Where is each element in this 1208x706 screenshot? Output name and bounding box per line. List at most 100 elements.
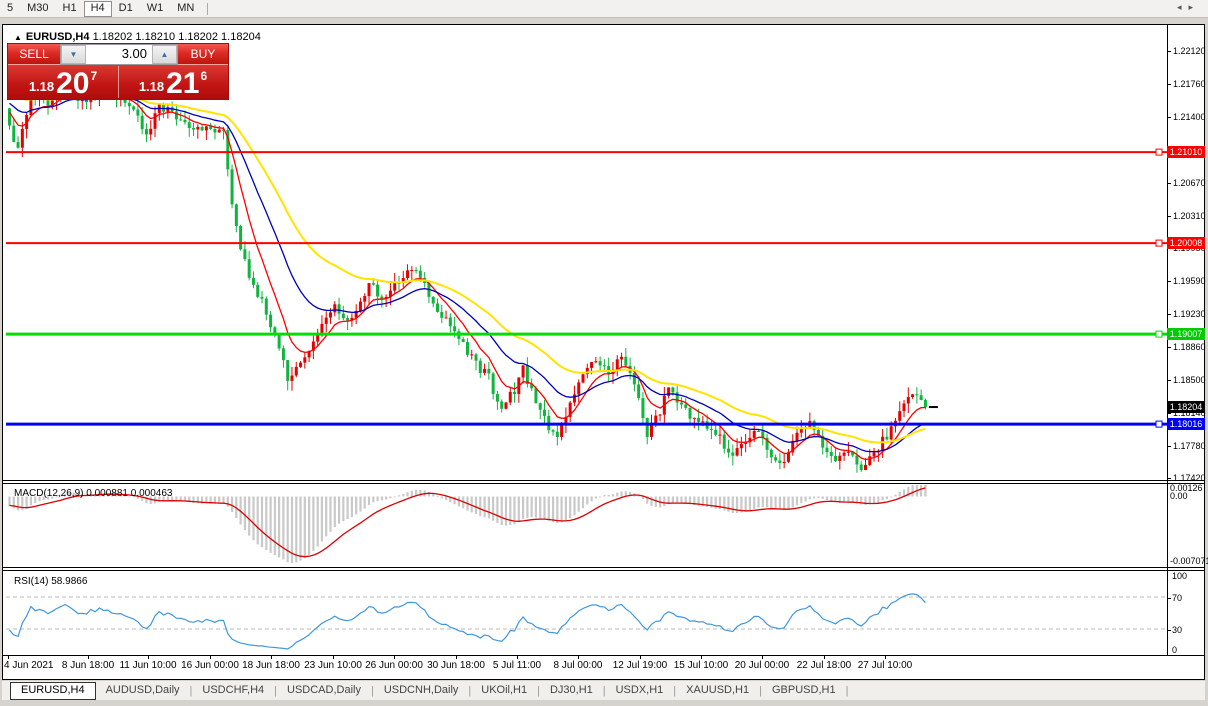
time-tick-dash	[762, 655, 763, 659]
price-tick-label: 1.19590	[1173, 276, 1206, 286]
tab-scroll-right-icon[interactable]: ▸	[1188, 2, 1200, 12]
time-tick-dash	[517, 655, 518, 659]
price-tick-dash	[1167, 413, 1171, 414]
sell-price[interactable]: 1.18 20 7	[8, 65, 118, 99]
tab-scroll-left-icon[interactable]: ◂	[1177, 2, 1189, 12]
chart-tab-gbpusd[interactable]: GBPUSD,H1	[762, 682, 846, 699]
price-tick-label: 1.20670	[1173, 178, 1206, 188]
chart-tab-dj30[interactable]: DJ30,H1	[540, 682, 603, 699]
price-tick-label: 1.18500	[1173, 375, 1206, 385]
time-tick-dash	[88, 655, 89, 659]
ohlc-open: 1.18202	[93, 31, 133, 43]
macd-label: MACD(12,26,9) 0.000881 0.000463	[14, 488, 172, 499]
chart-symbol: EURUSD,H4	[26, 31, 90, 43]
price-tick-label: 1.19230	[1173, 309, 1206, 319]
one-click-trade-panel: SELL ▼ 3.00 ▲ BUY 1.18 20 7 1.18 21 6	[8, 44, 228, 99]
sell-price-sup: 7	[91, 69, 98, 83]
chart-tab-ukoil[interactable]: UKOil,H1	[471, 682, 537, 699]
price-tick-label: 1.20310	[1173, 211, 1206, 221]
time-tick-dash	[640, 655, 641, 659]
price-level-badge: 1.18016	[1167, 418, 1205, 430]
time-axis-label: 4 Jun 2021	[4, 660, 54, 671]
sell-price-prefix: 1.18	[29, 79, 54, 94]
rsi-label: RSI(14) 58.9866	[14, 576, 87, 587]
rsi-axis-label: 70	[1172, 593, 1182, 603]
rsi-axis-label: 100	[1172, 571, 1187, 581]
time-axis-label: 30 Jun 18:00	[427, 660, 485, 671]
time-tick-dash	[8, 655, 9, 659]
price-tick-dash	[1167, 183, 1171, 184]
time-axis-label: 22 Jul 18:00	[797, 660, 852, 671]
buy-price-prefix: 1.18	[139, 79, 164, 94]
price-tick-dash	[1167, 216, 1171, 217]
time-tick-dash	[578, 655, 579, 659]
time-tick-dash	[271, 655, 272, 659]
volume-decrease-button[interactable]: ▼	[61, 45, 86, 64]
buy-button[interactable]: BUY	[178, 44, 228, 65]
chart-tab-audusd[interactable]: AUDUSD,Daily	[96, 682, 190, 699]
time-tick-dash	[885, 655, 886, 659]
buy-price[interactable]: 1.18 21 6	[118, 65, 228, 99]
timeframe-button-mn[interactable]: MN	[170, 1, 201, 16]
price-tick-label: 1.21760	[1173, 79, 1206, 89]
rsi-axis-label: 0	[1172, 645, 1177, 655]
timeframe-button-h1[interactable]: H1	[56, 1, 84, 16]
chart-tab-xauusd[interactable]: XAUUSD,H1	[676, 682, 759, 699]
panel-divider[interactable]	[3, 567, 1204, 568]
time-axis-label: 18 Jun 18:00	[242, 660, 300, 671]
volume-input[interactable]: 3.00	[86, 45, 152, 64]
axis-divider	[3, 655, 1204, 656]
time-axis-label: 26 Jun 00:00	[365, 660, 423, 671]
price-tick-dash	[1167, 51, 1171, 52]
time-axis-label: 15 Jul 10:00	[674, 660, 729, 671]
ohlc-high: 1.18210	[135, 31, 175, 43]
price-tick-dash	[1167, 281, 1171, 282]
chart-tab-usdchf[interactable]: USDCHF,H4	[192, 682, 274, 699]
rsi-axis-label: 30	[1172, 625, 1182, 635]
trading-terminal: 5M30H1H4D1W1MN ▲EURUSD,H4 1.18202 1.1821…	[0, 0, 1208, 706]
time-axis-label: 12 Jul 19:00	[613, 660, 668, 671]
chart-tab-usdx[interactable]: USDX,H1	[606, 682, 674, 699]
direction-up-icon: ▲	[14, 33, 22, 42]
volume-increase-button[interactable]: ▲	[152, 45, 177, 64]
macd-chart[interactable]	[6, 484, 1167, 567]
timeframe-button-d1[interactable]: D1	[112, 1, 140, 16]
sell-button[interactable]: SELL	[8, 44, 60, 65]
timeframe-button-m30[interactable]: M30	[20, 1, 55, 16]
price-tick-dash	[1167, 478, 1171, 479]
chart-tab-usdcad[interactable]: USDCAD,Daily	[277, 682, 371, 699]
ohlc-low: 1.18202	[178, 31, 218, 43]
price-level-badge: 1.21010	[1167, 146, 1205, 158]
chart-tab-bar: EURUSD,H4AUDUSD,Daily|USDCHF,H4|USDCAD,D…	[2, 681, 1205, 700]
chart-tab-usdcnh[interactable]: USDCNH,Daily	[374, 682, 469, 699]
time-tick-dash	[333, 655, 334, 659]
tab-separator: |	[846, 685, 849, 697]
ohlc-close: 1.18204	[221, 31, 261, 43]
price-tick-dash	[1167, 314, 1171, 315]
price-tick-label: 1.18860	[1173, 342, 1206, 352]
tab-scroll-arrows: ◂▸	[1177, 2, 1200, 13]
timeframe-button-5[interactable]: 5	[0, 1, 20, 16]
timeframe-button-w1[interactable]: W1	[140, 1, 171, 16]
time-axis-label: 8 Jul 00:00	[554, 660, 603, 671]
time-tick-dash	[394, 655, 395, 659]
price-tick-label: 1.17420	[1173, 473, 1206, 483]
rsi-tick-dash	[1167, 598, 1171, 599]
price-tick-label: 1.22120	[1173, 46, 1206, 56]
buy-price-sup: 6	[201, 69, 208, 83]
timeframe-button-h4[interactable]: H4	[84, 1, 112, 17]
time-axis-label: 16 Jun 00:00	[181, 660, 239, 671]
time-axis-label: 27 Jul 10:00	[858, 660, 913, 671]
time-tick-dash	[148, 655, 149, 659]
price-tick-dash	[1167, 347, 1171, 348]
price-axis-divider	[1167, 25, 1168, 655]
chart-title: ▲ EURUSD,H4 1.18202 1.18210 1.18202 1.182…	[14, 31, 261, 43]
time-axis-label: 23 Jun 10:00	[304, 660, 362, 671]
price-level-badge: 1.20008	[1167, 237, 1205, 249]
chart-tab-eurusd[interactable]: EURUSD,H4	[10, 682, 96, 700]
price-level-badge: 1.19007	[1167, 328, 1205, 340]
rsi-chart[interactable]	[6, 571, 1167, 655]
time-axis-label: 11 Jun 10:00	[119, 660, 176, 671]
time-tick-dash	[824, 655, 825, 659]
buy-price-big: 21	[166, 71, 199, 97]
